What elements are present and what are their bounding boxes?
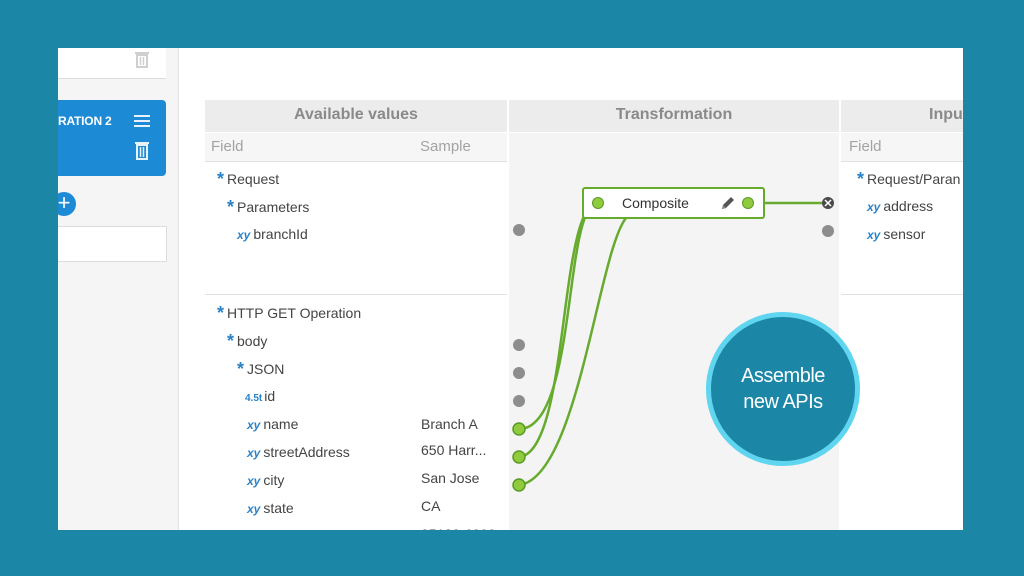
string-type-icon: xy (867, 228, 881, 242)
string-type-icon: xy (247, 502, 261, 516)
tree-row-address[interactable]: xy address (867, 192, 933, 220)
string-type-icon: xy (867, 200, 881, 214)
field-column-header: Field (849, 138, 882, 155)
operation-name-input[interactable] (58, 226, 167, 262)
tree-row-request-params[interactable]: * Request/Paran (857, 164, 960, 192)
callout-bubble: Assemble new APIs (706, 312, 860, 466)
divider (205, 294, 507, 295)
tree-row-sensor[interactable]: xy sensor (867, 220, 925, 248)
tree-row-id[interactable]: 4.5t id (245, 382, 275, 410)
tree-row-body[interactable]: * body (227, 326, 267, 354)
column-header: Field (841, 132, 963, 162)
tree-row-parameters[interactable]: * Parameters (227, 192, 309, 220)
tree-row-request[interactable]: * Request (217, 164, 279, 192)
object-icon: * (237, 359, 245, 379)
add-operation-button[interactable]: + (58, 192, 76, 216)
number-type-icon: 4.5t (245, 393, 263, 404)
sample-value: 95120-6099 (421, 520, 496, 530)
inputs-panel: Inpu Field * Request/Paran xy address xy se… (841, 100, 963, 530)
column-header (509, 132, 839, 162)
composite-label: Composite (622, 195, 689, 211)
tree-row-http-get-operation[interactable]: * HTTP GET Operation (217, 298, 361, 326)
object-icon: * (857, 169, 865, 189)
tree-row-json[interactable]: * JSON (237, 354, 284, 382)
pencil-icon[interactable] (720, 195, 736, 211)
callout-text: Assemble new APIs (741, 365, 825, 413)
tree-row-city[interactable]: xy city (247, 466, 284, 494)
composite-output-port[interactable] (742, 197, 754, 209)
object-icon: * (227, 331, 235, 351)
panel-title: Available values (205, 100, 507, 132)
sample-column-header: Sample (420, 138, 471, 155)
panel-title: Transformation (509, 100, 839, 132)
field-column-header: Field (211, 138, 244, 155)
sample-value: San Jose (421, 470, 480, 486)
tree-row-streetaddress[interactable]: xy streetAddress (247, 438, 350, 466)
object-icon: * (217, 303, 225, 323)
string-type-icon: xy (237, 228, 251, 242)
column-header: Field Sample (205, 132, 507, 162)
sample-value: 650 Harr... (421, 442, 487, 458)
string-type-icon: xy (247, 446, 261, 460)
composite-node[interactable]: Composite (582, 187, 765, 219)
string-type-icon: xy (247, 418, 261, 432)
operation-card-1[interactable] (58, 48, 166, 79)
operation-card-2[interactable]: RATION 2 (58, 100, 166, 176)
operation-label: RATION 2 (58, 114, 112, 128)
tree-row-state[interactable]: xy state (247, 494, 294, 522)
trash-icon[interactable] (134, 140, 150, 160)
object-icon: * (227, 197, 235, 217)
available-values-panel: Available values Field Sample * Request *… (205, 100, 507, 530)
panel-title: Inpu (841, 100, 963, 132)
operations-sidebar: RATION 2 + (58, 48, 179, 530)
sample-value: CA (421, 498, 441, 514)
composite-input-port[interactable] (592, 197, 604, 209)
sample-value: Branch A (421, 416, 478, 432)
mapping-editor: RATION 2 + Available values Field Sample (58, 48, 963, 530)
plus-icon: + (58, 190, 71, 215)
string-type-icon: xy (247, 474, 261, 488)
menu-icon[interactable] (134, 114, 150, 128)
object-icon: * (217, 169, 225, 189)
trash-icon[interactable] (134, 50, 150, 68)
tree-row-zipcode[interactable]: xyzipCode (247, 522, 314, 530)
divider (841, 294, 963, 295)
tree-row-branchid[interactable]: xy branchId (237, 220, 308, 248)
